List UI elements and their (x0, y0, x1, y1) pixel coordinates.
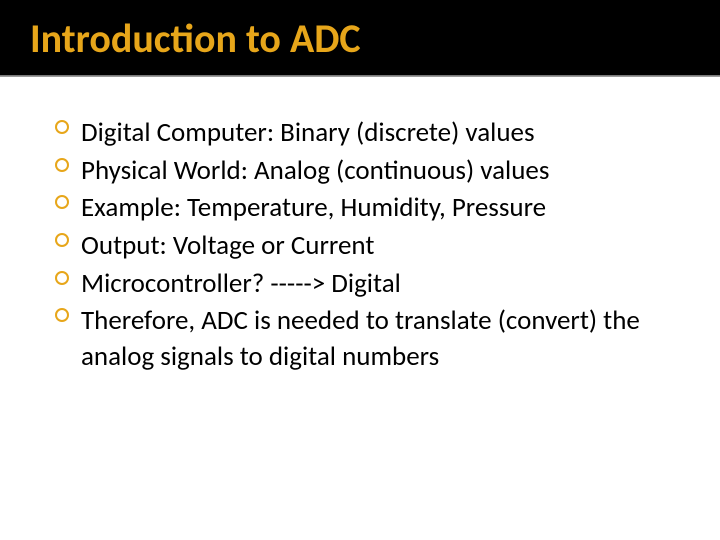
list-item-text: Physical World: Analog (continuous) valu… (81, 154, 549, 187)
list-item-text: Example: Temperature, Humidity, Pressure (81, 191, 546, 224)
list-item: Output: Voltage or Current (55, 228, 680, 264)
content-area: Digital Computer: Binary (discrete) valu… (0, 77, 720, 374)
list-item: Therefore, ADC is needed to translate (c… (55, 303, 680, 374)
list-item-text: Output: Voltage or Current (81, 229, 374, 262)
list-item: Physical World: Analog (continuous) valu… (55, 153, 680, 189)
circle-bullet-icon (55, 195, 69, 209)
list-item-text: Digital Computer: Binary (discrete) valu… (81, 116, 535, 149)
circle-bullet-icon (55, 120, 69, 134)
slide: Introduction to ADC Digital Computer: Bi… (0, 0, 720, 540)
circle-bullet-icon (55, 158, 69, 172)
list-item: Example: Temperature, Humidity, Pressure (55, 190, 680, 226)
circle-bullet-icon (55, 271, 69, 285)
slide-title: Introduction to ADC (30, 14, 361, 63)
circle-bullet-icon (55, 233, 69, 247)
list-item: Microcontroller? -----> Digital (55, 266, 680, 302)
circle-bullet-icon (55, 308, 69, 322)
list-item: Digital Computer: Binary (discrete) valu… (55, 115, 680, 151)
title-band: Introduction to ADC (0, 0, 720, 76)
list-item-text: Therefore, ADC is needed to translate (c… (81, 304, 640, 373)
list-item-text: Microcontroller? -----> Digital (81, 267, 401, 300)
